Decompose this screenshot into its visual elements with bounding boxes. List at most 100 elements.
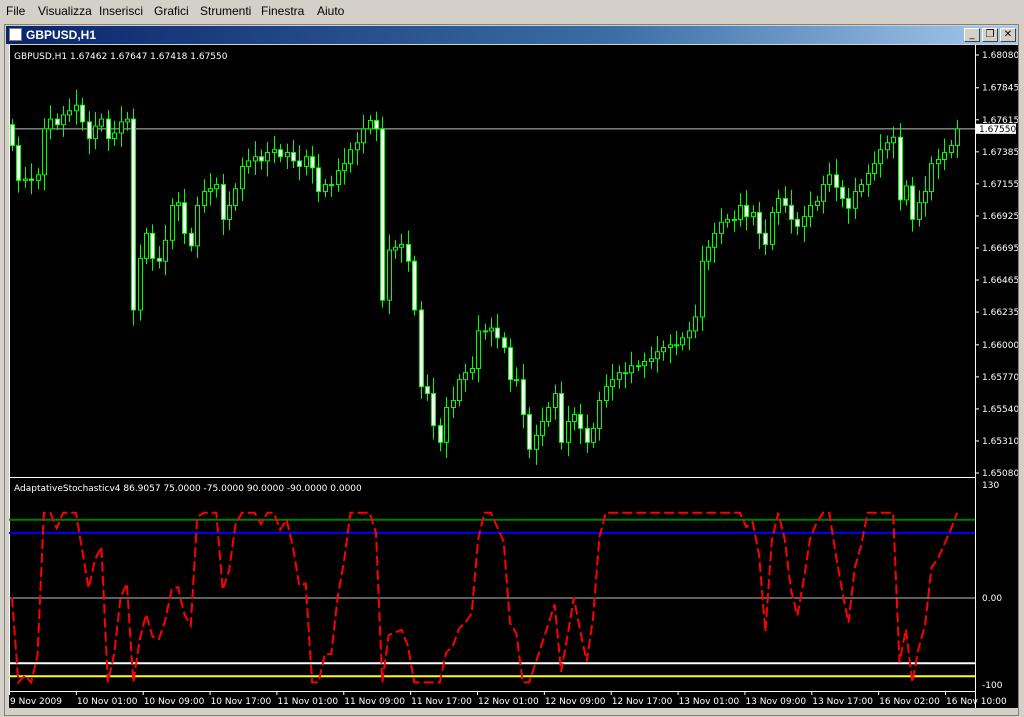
candle-body [419,309,424,388]
menu-aiuto[interactable]: Aiuto [317,4,344,18]
candle-body [67,110,72,116]
price-tick-label: 1.67385 [982,148,1018,158]
candle-body [949,145,954,154]
time-tick-label: 11 Nov 17:00 [411,697,472,707]
candle-body [738,204,743,220]
menu-inserisci[interactable]: Inserisci [99,4,143,18]
restore-button[interactable]: ❐ [982,28,998,42]
candle-body [610,379,615,388]
candle-body [342,163,347,172]
candle-body [412,260,417,311]
menu-grafici[interactable]: Grafici [154,4,189,18]
candle-body [489,327,494,332]
window-titlebar[interactable]: GBPUSD,H1 _ ❐ ✕ [6,26,1017,44]
candle-body [310,156,315,169]
candle-body [61,114,66,126]
candle-body [623,372,628,375]
price-tick-label: 1.66465 [982,276,1018,286]
candle-body [661,347,666,353]
menu-visualizza[interactable]: Visualizza [38,4,92,18]
time-tick-label: 10 Nov 09:00 [144,697,205,707]
candle-body [680,337,685,346]
time-tick-label: 13 Nov 17:00 [812,697,873,707]
indicator-panel[interactable] [9,511,975,685]
chart-area[interactable]: GBPUSD,H1 1.67462 1.67647 1.67418 1.6755… [9,45,1018,708]
candle-body [399,243,404,248]
candle-body [744,204,749,218]
price-panel[interactable] [9,89,975,465]
candle-body [233,188,238,206]
candle-body [559,393,564,443]
candle-body [425,386,430,395]
candle-body [297,160,302,167]
candle-body [687,330,692,339]
candle-body [291,152,296,162]
candle-body [808,204,813,218]
time-tick-label: 11 Nov 09:00 [344,697,405,707]
candle-body [189,232,194,247]
candle-body [463,372,468,381]
time-tick-label: 16 Nov 10:00 [946,697,1007,707]
menu-finestra[interactable]: Finestra [261,4,304,18]
candle-body [572,413,577,422]
candle-body [815,200,820,206]
candle-body [859,184,864,193]
time-tick-label: 9 Nov 2009 [10,697,62,707]
candle-body [106,118,111,140]
candle-body [763,232,768,245]
candle-body [585,427,590,443]
candle-body [48,118,53,130]
candle-body [221,184,226,220]
time-tick-label: 11 Nov 01:00 [277,697,338,707]
candle-body [125,118,130,123]
price-tick-label: 1.65080 [982,469,1018,479]
candle-body [725,218,730,223]
candle-body [323,184,328,193]
candle-body [540,420,545,436]
candle-body [802,216,807,227]
time-tick-label: 13 Nov 09:00 [745,697,806,707]
window-title: GBPUSD,H1 [26,28,97,42]
candle-body [827,174,832,186]
candle-body [246,160,251,167]
candle-body [508,347,513,381]
candle-body [393,246,398,251]
candle-body [514,379,519,382]
time-tick-label: 16 Nov 02:00 [879,697,940,707]
candle-body [591,427,596,443]
candle-body [476,330,481,370]
menu-strumenti[interactable]: Strumenti [200,4,251,18]
candle-body [566,420,571,443]
candle-body [597,400,602,429]
candle-body [99,118,104,127]
candle-body [144,232,149,259]
candle-body [368,119,373,130]
candle-body [917,202,922,220]
indicator-tick-label: -100 [982,681,1003,691]
time-tick-label: 12 Nov 09:00 [545,697,606,707]
current-price-label: 1.67550 [979,125,1016,135]
chart-svg[interactable]: GBPUSD,H1 1.67462 1.67647 1.67418 1.6755… [9,45,1018,708]
candle-body [502,337,507,349]
candle-body [176,202,181,206]
candle-body [316,167,321,193]
candle-body [80,104,85,123]
candle-body [431,393,436,427]
candle-body [770,211,775,245]
indicator-info: AdaptativeStochasticv4 86.9057 75.0000 -… [14,484,362,494]
candle-body [655,351,660,360]
menu-file[interactable]: File [6,4,25,18]
candle-body [898,136,903,201]
candle-body [208,188,213,193]
candle-body [706,246,711,262]
candle-body [336,170,341,186]
time-tick-label: 12 Nov 17:00 [612,697,673,707]
close-button[interactable]: ✕ [1000,28,1016,42]
candle-body [776,198,781,213]
minimize-button[interactable]: _ [964,28,980,42]
candle-body [910,185,915,220]
candle-body [29,178,34,181]
candle-body [23,178,28,181]
candle-body [438,425,443,443]
candle-body [834,174,839,188]
